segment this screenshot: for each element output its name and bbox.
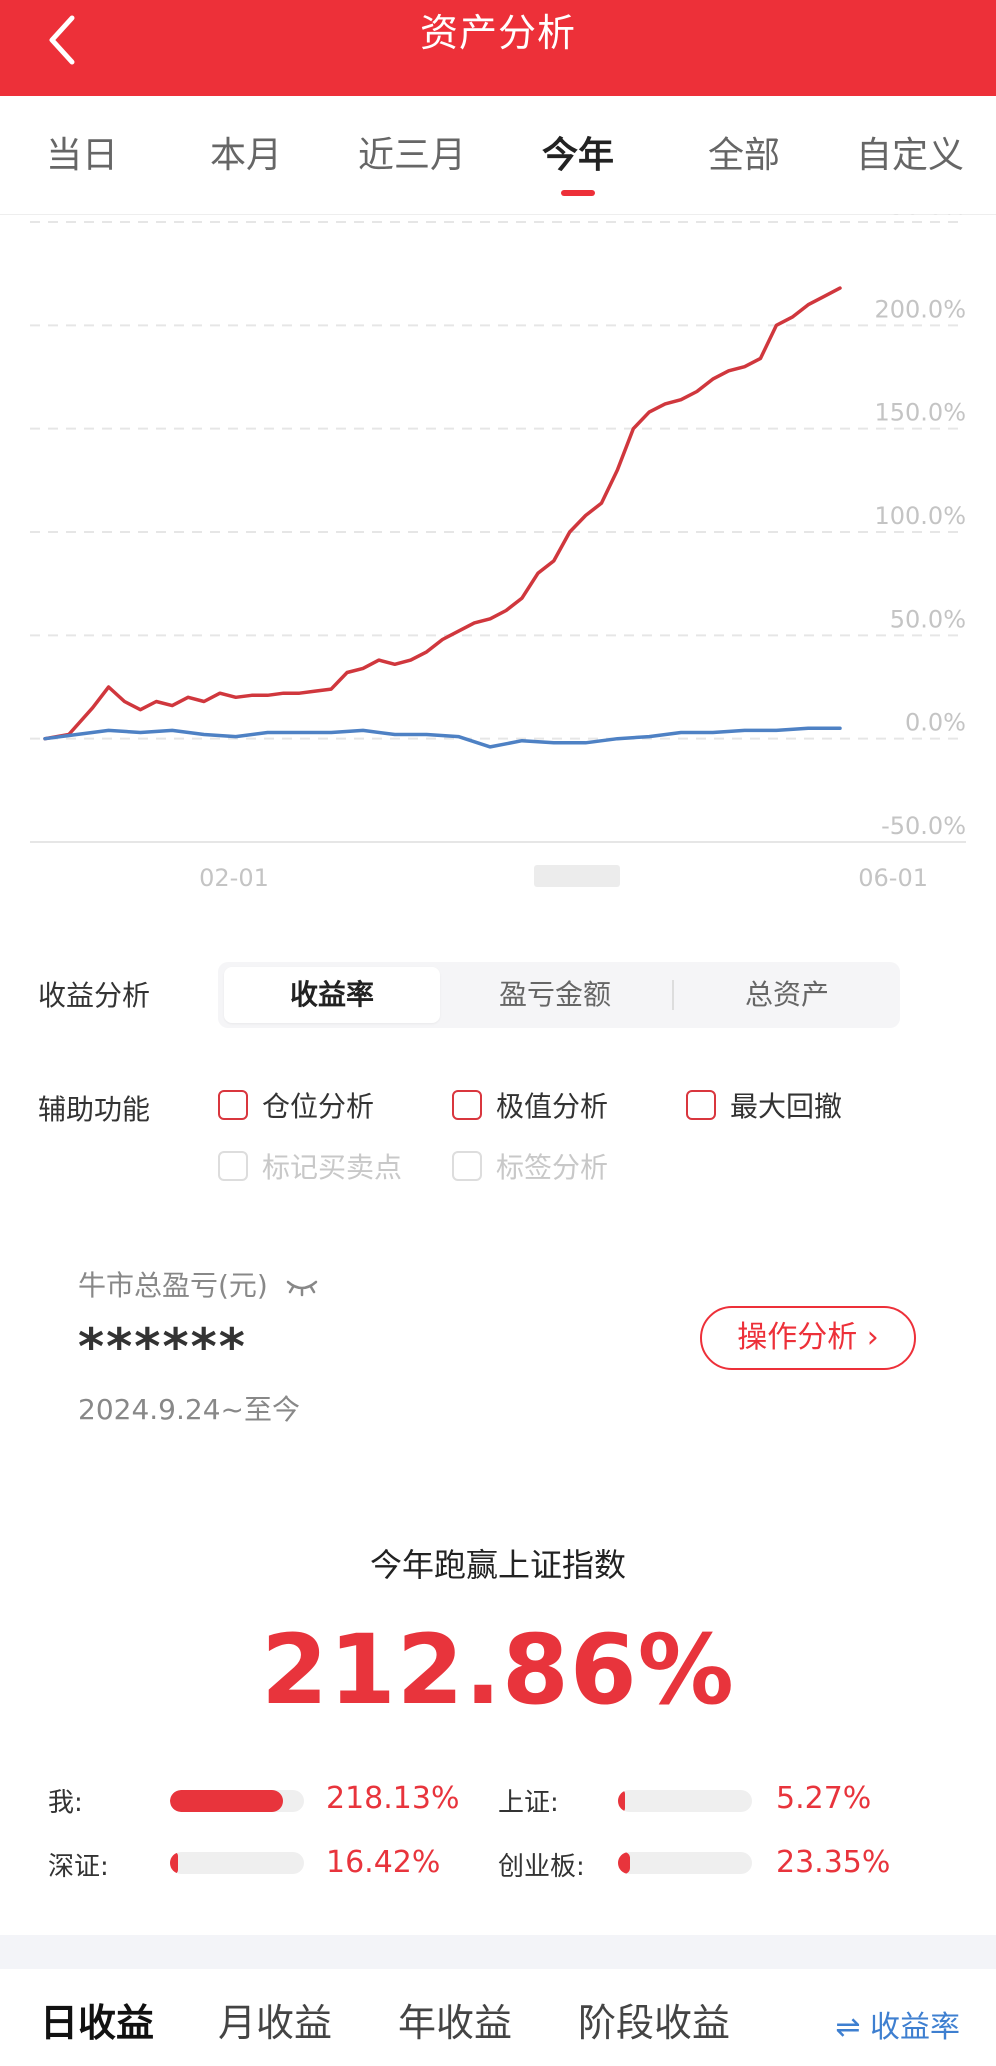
bull-market-pl-label: 牛市总盈亏(元)	[78, 1264, 319, 1304]
seg-total-assets[interactable]: 总资产	[678, 962, 896, 1028]
compare-label-chinext: 创业板:	[498, 1852, 585, 1882]
seg-profit-amount[interactable]: 盈亏金额	[446, 962, 664, 1028]
y-tick-label: -50.0%	[881, 812, 966, 840]
active-tab-indicator	[561, 190, 595, 196]
income-analysis-segmented-control: 收益率 盈亏金额 总资产	[218, 962, 900, 1028]
top-bar: 资产分析	[0, 0, 996, 96]
tab-today[interactable]: 当日	[2, 132, 162, 180]
checkbox-label: 标记买卖点	[262, 1151, 403, 1184]
seg-return-rate[interactable]: 收益率	[224, 967, 440, 1023]
tab-this-month[interactable]: 本月	[166, 132, 326, 180]
eye-closed-icon[interactable]	[285, 1276, 319, 1298]
tab-three-months[interactable]: 近三月	[332, 132, 492, 180]
aux-functions-label: 辅助功能	[38, 1093, 151, 1126]
checkbox-label: 最大回撤	[730, 1090, 843, 1123]
return-rate-toggle[interactable]: ⇌ 收益率	[835, 2002, 960, 2046]
checkbox-extreme-analysis[interactable]: 极值分析	[452, 1085, 608, 1125]
tab-this-year[interactable]: 今年	[498, 132, 658, 180]
checkbox-icon	[218, 1151, 248, 1181]
compare-label-shenzhen: 深证:	[48, 1852, 109, 1882]
y-tick-label: 100.0%	[874, 502, 966, 530]
checkbox-icon	[452, 1090, 482, 1120]
series-line-index	[43, 726, 842, 749]
bull-market-pl-value: ******	[78, 1318, 247, 1376]
y-tick-label: 0.0%	[905, 709, 966, 737]
section-separator	[0, 1935, 996, 1969]
y-tick-label: 200.0%	[874, 295, 966, 323]
checkbox-label: 极值分析	[496, 1090, 609, 1123]
compare-value-me: 218.13%	[326, 1781, 460, 1816]
compare-bar-me	[170, 1790, 304, 1812]
seg-divider	[672, 980, 674, 1010]
checkbox-icon	[452, 1151, 482, 1181]
tab-custom[interactable]: 自定义	[830, 132, 990, 180]
checkbox-icon	[218, 1090, 248, 1120]
y-tick-label: 150.0%	[874, 399, 966, 427]
checkbox-tag-analysis: 标签分析	[452, 1146, 608, 1186]
tab-monthly-return[interactable]: 月收益	[218, 1992, 332, 2047]
tab-daily-return[interactable]: 日收益	[40, 1992, 154, 2047]
compare-value-chinext: 23.35%	[776, 1845, 891, 1880]
compare-label-me: 我:	[48, 1788, 83, 1818]
compare-label-shanghai: 上证:	[498, 1788, 559, 1818]
series-line-my-return	[43, 286, 842, 741]
beat-index-title: 今年跑赢上证指数	[369, 1546, 626, 1584]
compare-value-shanghai: 5.27%	[776, 1781, 872, 1816]
compare-bar-shanghai	[618, 1790, 752, 1812]
bull-market-pl-label-text: 牛市总盈亏(元)	[78, 1269, 268, 1302]
compare-bar-fill	[170, 1852, 179, 1874]
tab-stage-return[interactable]: 阶段收益	[578, 1992, 730, 2047]
compare-bar-shenzhen	[170, 1852, 304, 1874]
checkbox-label: 标签分析	[496, 1151, 609, 1184]
compare-bar-fill	[618, 1790, 625, 1812]
compare-value-shenzhen: 16.42%	[326, 1845, 441, 1880]
bull-market-date-range: 2024.9.24~至今	[78, 1393, 300, 1426]
compare-bar-chinext	[618, 1852, 752, 1874]
page-title: 资产分析	[419, 11, 576, 55]
x-tick-label: 02-01	[199, 864, 269, 892]
checkbox-icon	[686, 1090, 716, 1120]
y-tick-label: 50.0%	[890, 605, 966, 633]
blurred-label-placeholder	[534, 865, 620, 887]
compare-bar-fill	[618, 1852, 631, 1874]
checkbox-label: 仓位分析	[262, 1090, 375, 1123]
checkbox-position-analysis[interactable]: 仓位分析	[218, 1085, 374, 1125]
compare-bar-fill	[170, 1790, 283, 1812]
operation-analysis-button[interactable]: 操作分析 ›	[700, 1306, 916, 1370]
checkbox-mark-trades: 标记买卖点	[218, 1146, 402, 1186]
tab-yearly-return[interactable]: 年收益	[398, 1992, 512, 2047]
checkbox-max-drawdown[interactable]: 最大回撤	[686, 1085, 842, 1125]
x-tick-label: 06-01	[858, 864, 928, 892]
return-rate-chart: 250.0% 200.0% 150.0% 100.0% 50.0% 0.0% -50.0% 0…	[30, 214, 966, 892]
y-tick-label: 250.0%	[874, 214, 966, 220]
income-analysis-label: 收益分析	[38, 979, 151, 1012]
beat-index-value: 212.86%	[261, 1614, 735, 1726]
tab-all[interactable]: 全部	[664, 132, 824, 180]
period-tabs: 当日 本月 近三月 今年 全部 自定义	[0, 96, 996, 215]
